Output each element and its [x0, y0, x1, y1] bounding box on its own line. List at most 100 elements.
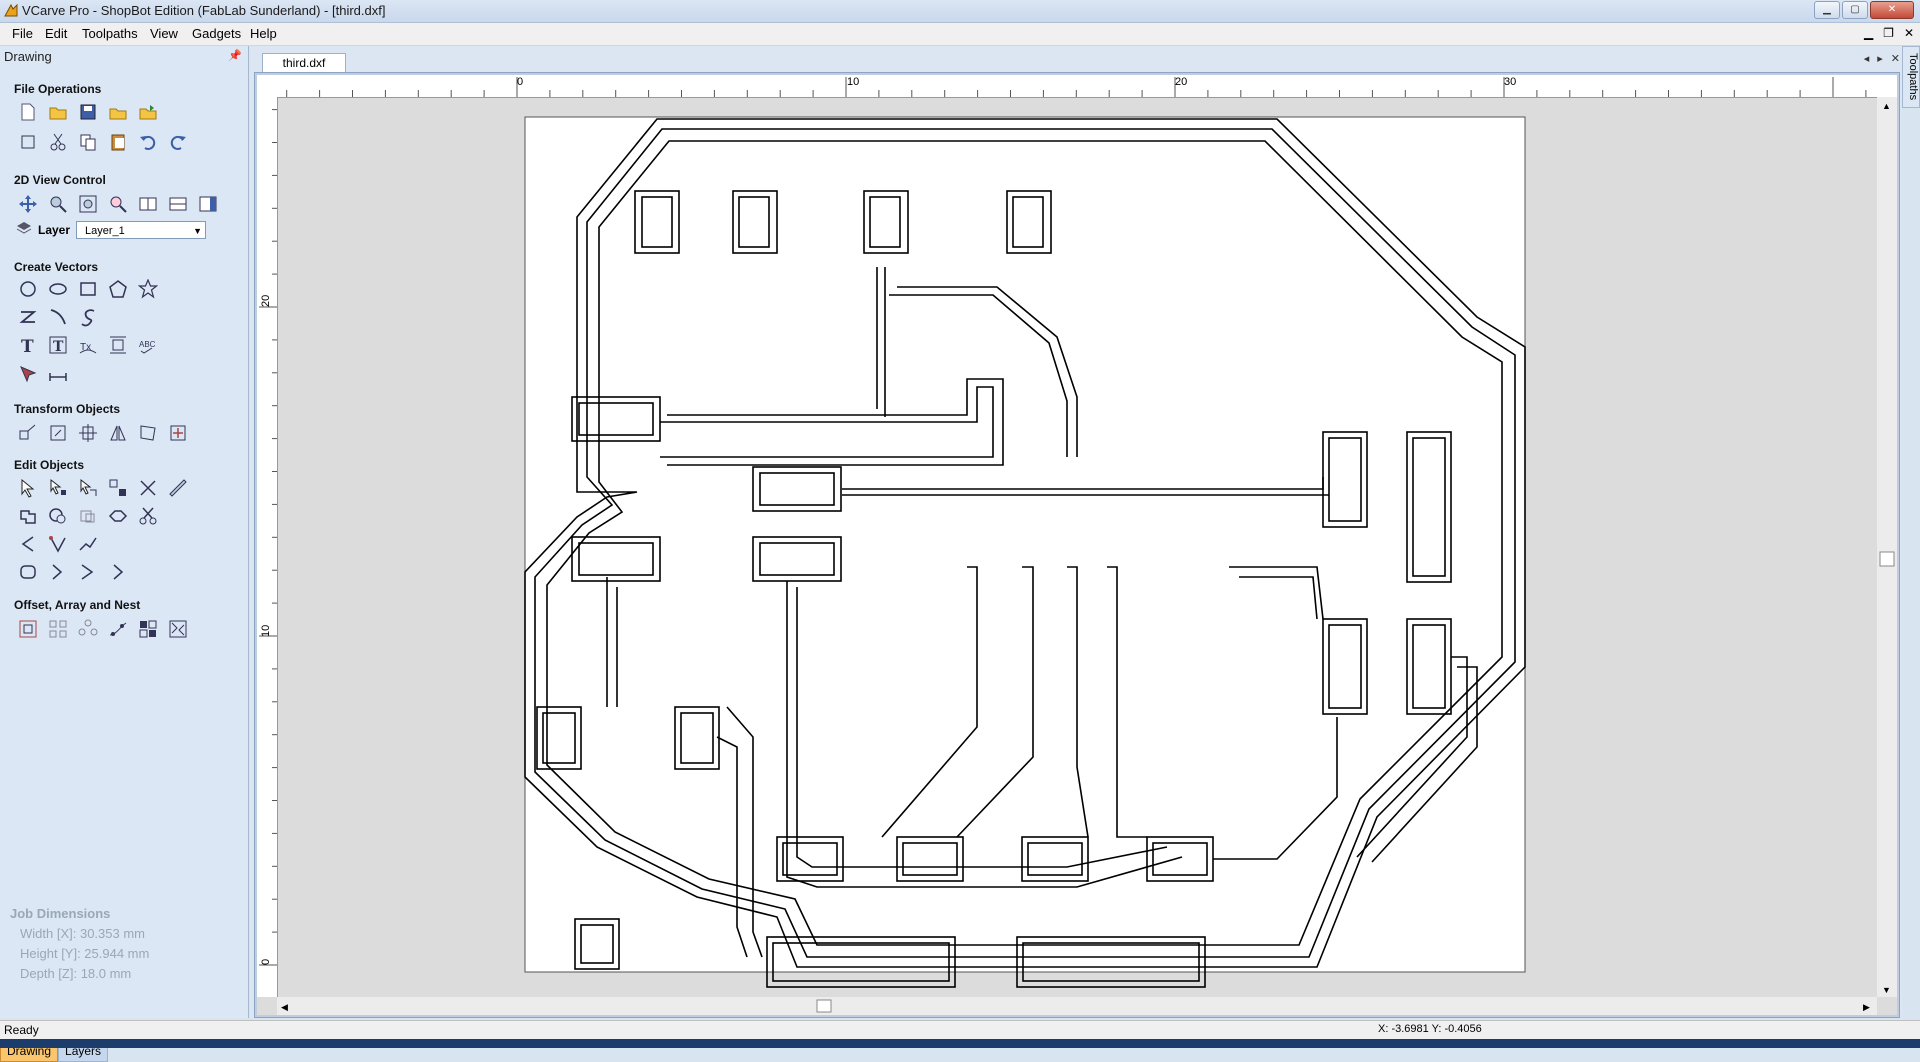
import-icon[interactable]: [106, 100, 130, 124]
circular-array-icon[interactable]: [76, 617, 100, 641]
mirror-icon[interactable]: [106, 421, 130, 445]
toggle-panel-icon[interactable]: [196, 192, 220, 216]
align-icon[interactable]: [76, 421, 100, 445]
window-title: VCarve Pro - ShopBot Edition (FabLab Sun…: [22, 3, 386, 18]
measure-icon[interactable]: [46, 361, 70, 385]
join-icon[interactable]: [16, 532, 40, 556]
zoom-icon[interactable]: [46, 192, 70, 216]
layers-icon: [16, 220, 32, 239]
drawing-canvas[interactable]: [277, 97, 1877, 997]
subtract-icon[interactable]: [46, 504, 70, 528]
close-button[interactable]: ✕: [1870, 1, 1914, 19]
zoom-extents-icon[interactable]: [76, 192, 100, 216]
tab-prev-icon[interactable]: ◂: [1864, 52, 1870, 65]
move-icon[interactable]: [16, 421, 40, 445]
polyline-icon[interactable]: [16, 305, 40, 329]
ruler-left-label: 20: [260, 295, 272, 307]
paste-icon[interactable]: [106, 130, 130, 154]
nesting-icon[interactable]: [136, 617, 160, 641]
status-ready: Ready: [4, 1023, 39, 1037]
node-edit-icon[interactable]: [46, 476, 70, 500]
minimize-button[interactable]: ▁: [1814, 1, 1840, 19]
zoom-selection-icon[interactable]: [106, 192, 130, 216]
redo-icon[interactable]: [166, 130, 190, 154]
close-vector-icon[interactable]: [46, 532, 70, 556]
new-file-icon[interactable]: [16, 100, 40, 124]
smooth-icon[interactable]: [76, 532, 100, 556]
interactive-select-icon[interactable]: [76, 476, 100, 500]
fillet-icon[interactable]: [106, 504, 130, 528]
document-tab[interactable]: third.dxf: [262, 53, 346, 72]
undo-icon[interactable]: [136, 130, 160, 154]
star-icon[interactable]: [136, 277, 160, 301]
curve-icon[interactable]: [76, 305, 100, 329]
horizontal-scroll-thumb[interactable]: [816, 999, 832, 1013]
menu-gadgets[interactable]: Gadgets: [192, 26, 241, 41]
menu-help[interactable]: Help: [250, 26, 277, 41]
trim-icon[interactable]: [136, 476, 160, 500]
select-icon[interactable]: [16, 476, 40, 500]
ruler-top-label: 30: [1504, 76, 1516, 88]
view-toggle-icon[interactable]: [136, 192, 160, 216]
spell-check-icon[interactable]: ABC: [136, 333, 160, 357]
svg-text:▶: ▶: [1863, 1002, 1870, 1012]
menu-edit[interactable]: Edit: [45, 26, 67, 41]
extend-icon[interactable]: [46, 560, 70, 584]
center-icon[interactable]: [166, 421, 190, 445]
split-view-icon[interactable]: [166, 192, 190, 216]
nest-parts-icon[interactable]: [166, 617, 190, 641]
2d-view[interactable]: 0 10 20 30 20 10 0 ▲ ▼ ◀ ▶: [254, 72, 1900, 1018]
boundary-icon[interactable]: [16, 560, 40, 584]
rectangle-icon[interactable]: [76, 277, 100, 301]
ruler-top-label: 20: [1175, 76, 1187, 88]
trim-to-vector-icon[interactable]: [76, 560, 100, 584]
mdi-close-button[interactable]: ✕: [1904, 26, 1914, 40]
arc-icon[interactable]: [46, 305, 70, 329]
tab-close-icon[interactable]: ✕: [1891, 52, 1900, 65]
open-file-icon[interactable]: [46, 100, 70, 124]
circle-icon[interactable]: [16, 277, 40, 301]
copy-icon[interactable]: [76, 130, 100, 154]
menu-file[interactable]: File: [12, 26, 33, 41]
intersect-icon[interactable]: [76, 504, 100, 528]
maximize-button[interactable]: ▢: [1842, 1, 1868, 19]
ellipse-icon[interactable]: [46, 277, 70, 301]
ruler-top-label: 0: [517, 76, 523, 88]
pan-icon[interactable]: [16, 192, 40, 216]
curve-fit-icon[interactable]: [106, 560, 130, 584]
job-setup-icon[interactable]: [16, 130, 40, 154]
toolpaths-panel-tab[interactable]: Toolpaths: [1902, 46, 1920, 108]
mdi-minimize-button[interactable]: ▁: [1864, 26, 1873, 40]
measure-tool-icon[interactable]: [166, 476, 190, 500]
auto-layout-text-icon[interactable]: T: [46, 333, 70, 357]
offset-icon[interactable]: [16, 617, 40, 641]
save-icon[interactable]: [76, 100, 100, 124]
menu-view[interactable]: View: [150, 26, 178, 41]
vertical-scroll-thumb[interactable]: [1879, 551, 1895, 567]
horizontal-scrollbar[interactable]: ◀ ▶: [277, 997, 1877, 1015]
mdi-restore-button[interactable]: ❐: [1883, 26, 1894, 40]
array-copy-icon[interactable]: [46, 617, 70, 641]
draw-tool-icon[interactable]: [16, 361, 40, 385]
layer-dropdown[interactable]: Layer_1 ▼: [76, 220, 207, 239]
text-icon[interactable]: T: [16, 333, 40, 357]
tab-next-icon[interactable]: ▸: [1877, 52, 1883, 65]
weld-icon[interactable]: [16, 504, 40, 528]
app-icon: [4, 3, 18, 17]
job-width: Width [X]: 30.353 mm: [20, 926, 145, 941]
svg-text:▲: ▲: [1882, 101, 1891, 111]
pin-icon[interactable]: 📌: [228, 49, 242, 62]
menu-toolpaths[interactable]: Toolpaths: [82, 26, 138, 41]
ruler-left: 20 10 0: [257, 97, 278, 997]
distort-icon[interactable]: [136, 421, 160, 445]
vertical-scrollbar[interactable]: ▲ ▼: [1877, 97, 1897, 997]
scissors-icon[interactable]: [136, 504, 160, 528]
cut-icon[interactable]: [46, 130, 70, 154]
polygon-icon[interactable]: [106, 277, 130, 301]
selection-tools-icon[interactable]: [106, 476, 130, 500]
dimension-icon[interactable]: [106, 333, 130, 357]
text-on-curve-icon[interactable]: Tx: [76, 333, 100, 357]
scale-icon[interactable]: [46, 421, 70, 445]
export-icon[interactable]: [136, 100, 160, 124]
copy-along-vector-icon[interactable]: [106, 617, 130, 641]
